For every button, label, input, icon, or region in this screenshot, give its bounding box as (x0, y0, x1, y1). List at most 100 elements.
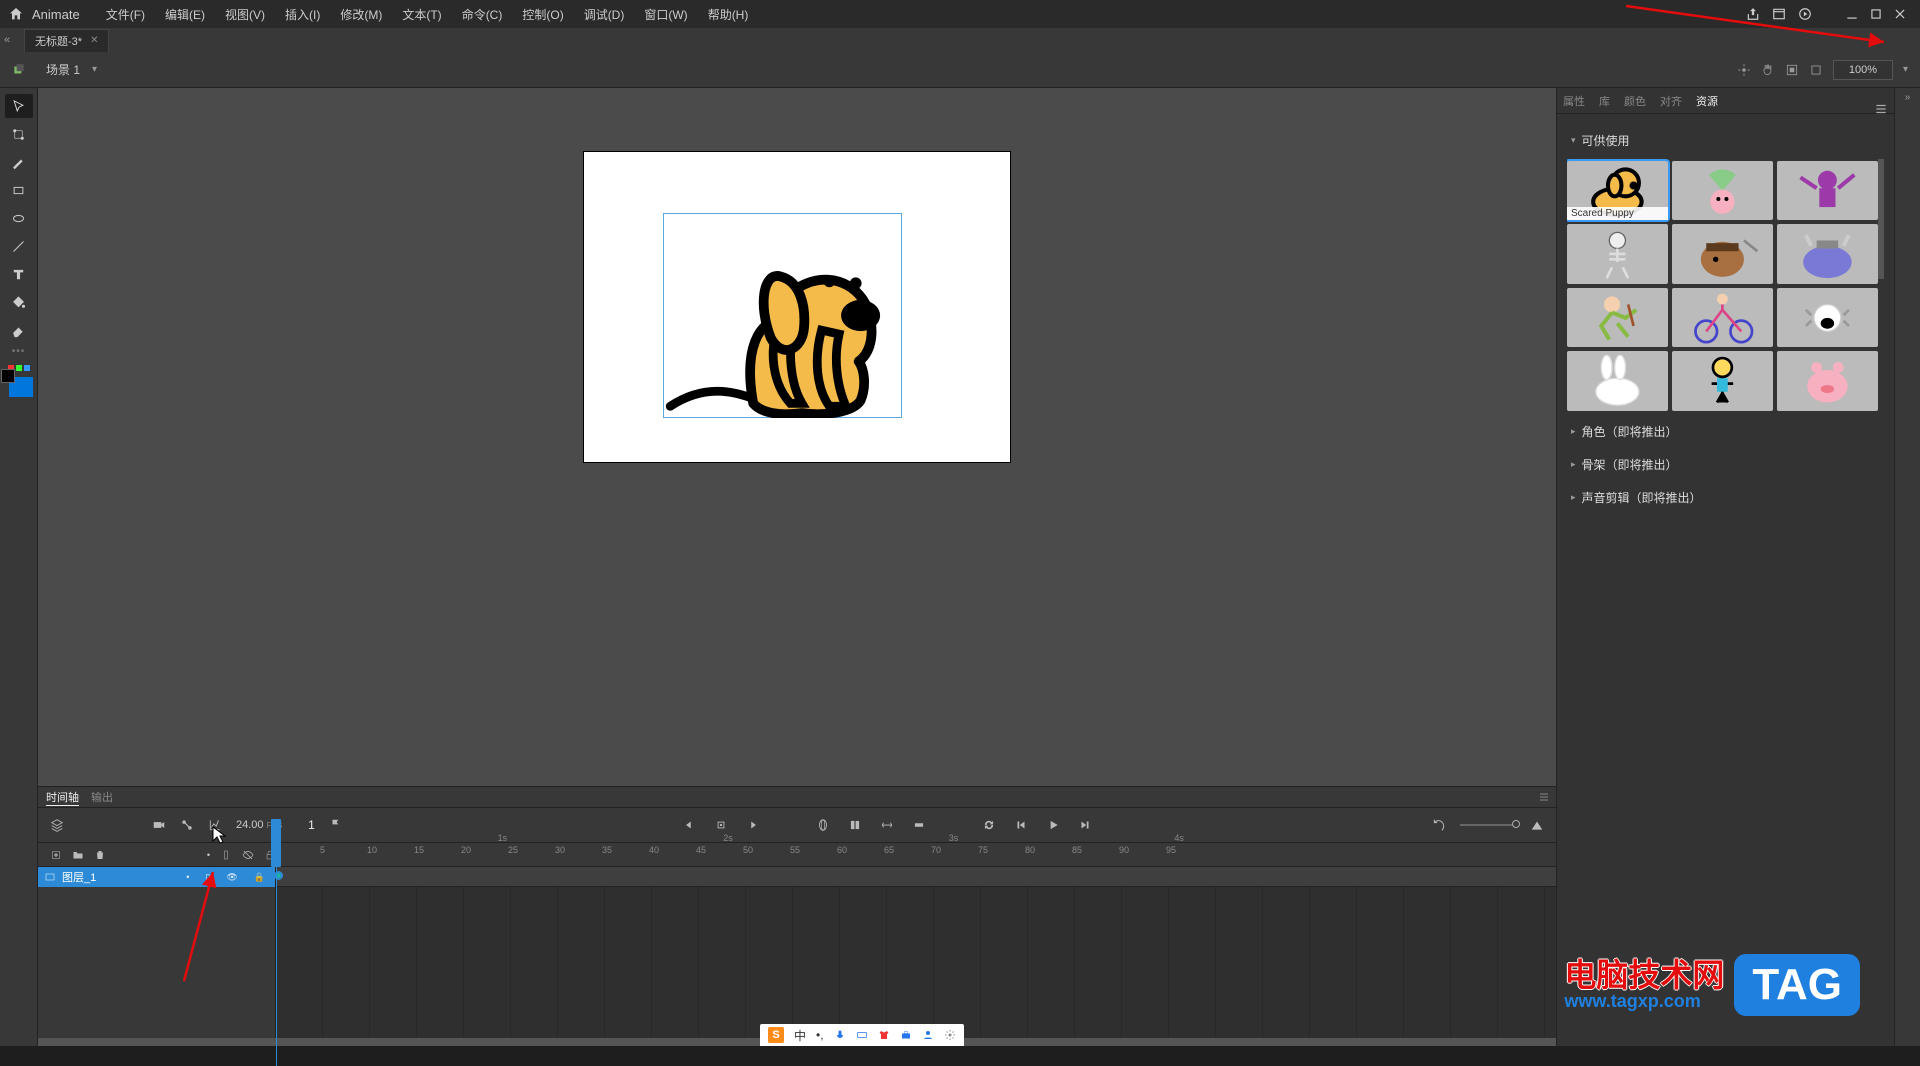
selection-tool[interactable] (5, 94, 33, 118)
asset-item-viking-hippo[interactable] (1777, 224, 1878, 283)
hand-tool-icon[interactable] (1761, 63, 1775, 77)
layer-frame-view[interactable]: ▯ (205, 872, 210, 883)
playhead[interactable] (271, 819, 281, 867)
tab-align[interactable]: 对齐 (1660, 93, 1682, 109)
timeline-frames-area[interactable] (276, 867, 1556, 1038)
ime-toolbox-icon[interactable] (900, 1029, 912, 1041)
tab-color[interactable]: 颜色 (1624, 93, 1646, 109)
asset-item-stick-kid[interactable] (1672, 351, 1773, 410)
layer-row[interactable]: 图层_1 • ▯ 👁 🔒 (38, 867, 275, 887)
visibility-header-icon[interactable] (242, 849, 254, 861)
stroke-fill-swatches[interactable] (7, 375, 31, 395)
menu-edit[interactable]: 编辑(E) (155, 6, 215, 23)
menu-help[interactable]: 帮助(H) (698, 6, 759, 23)
timeline-ruler[interactable]: 51015202530354045505560657075808590951s2… (276, 843, 1556, 866)
chevron-down-icon[interactable]: ▾ (92, 64, 97, 75)
document-tab[interactable]: 无标题-3* ✕ (24, 29, 109, 52)
current-frame[interactable]: 1 (308, 818, 315, 832)
ime-person-icon[interactable] (922, 1029, 934, 1041)
center-stage-icon[interactable] (1737, 63, 1751, 77)
play-round-icon[interactable] (1798, 7, 1812, 21)
insert-keyframe-icon[interactable] (714, 818, 728, 832)
chevron-down-icon[interactable]: ▾ (1903, 64, 1908, 75)
rectangle-tool[interactable] (5, 178, 33, 202)
section-available[interactable]: ▾ 可供使用 (1567, 124, 1884, 157)
marker-flag-icon[interactable] (329, 818, 343, 832)
window-close-button[interactable] (1888, 4, 1912, 24)
tabs-collapse-icon[interactable]: « (4, 34, 10, 46)
layout-icon[interactable] (1772, 7, 1786, 21)
section-audio[interactable]: ▸ 声音剪辑（即将推出） (1567, 481, 1884, 514)
asset-item-bunny[interactable] (1567, 351, 1668, 410)
menu-view[interactable]: 视图(V) (215, 6, 275, 23)
fps-value[interactable]: 24.00 (236, 819, 264, 831)
layer-visibility-icon[interactable]: 👁 (226, 872, 237, 883)
undo-zoom-icon[interactable] (1432, 818, 1446, 832)
eraser-tool[interactable] (5, 318, 33, 342)
window-minimize-button[interactable] (1840, 4, 1864, 24)
create-tween-icon[interactable] (912, 818, 926, 832)
section-rigs[interactable]: ▸ 骨架（即将推出） (1567, 448, 1884, 481)
ime-keyboard-icon[interactable] (856, 1029, 868, 1041)
asset-item-girl-bike[interactable] (1672, 288, 1773, 347)
paint-bucket-tool[interactable] (5, 290, 33, 314)
ime-punctuation-icon[interactable]: •, (816, 1028, 824, 1042)
asset-item-skeleton[interactable] (1567, 224, 1668, 283)
menu-debug[interactable]: 调试(D) (574, 6, 635, 23)
loop-icon[interactable] (982, 818, 996, 832)
step-forward-icon[interactable] (1078, 818, 1092, 832)
text-tool[interactable] (5, 262, 33, 286)
new-layer-icon[interactable] (50, 849, 62, 861)
edit-multiple-icon[interactable] (848, 818, 862, 832)
home-icon[interactable] (8, 6, 24, 22)
asset-item-pirate-potato[interactable] (1672, 224, 1773, 283)
scene-cards-icon[interactable] (12, 63, 26, 77)
toolbar-more-icon[interactable]: ••• (12, 346, 26, 357)
camera-icon[interactable] (152, 818, 166, 832)
zoom-slider[interactable] (1460, 824, 1516, 826)
line-tool[interactable] (5, 234, 33, 258)
frame-view-header-icon[interactable] (220, 849, 232, 861)
menu-window[interactable]: 窗口(W) (634, 6, 697, 23)
asset-item-scared-puppy[interactable]: Scared Puppy (1567, 161, 1668, 220)
trash-icon[interactable] (94, 849, 106, 861)
highlight-dot-header[interactable]: • (207, 850, 210, 860)
share-icon[interactable] (1746, 7, 1760, 21)
panel-expand-icon[interactable]: » (1905, 92, 1911, 103)
menu-text[interactable]: 文本(T) (392, 6, 451, 23)
panel-options-icon[interactable] (1538, 791, 1550, 803)
asset-item-ninja[interactable] (1777, 161, 1878, 220)
menu-insert[interactable]: 插入(I) (275, 6, 330, 23)
ime-shirt-icon[interactable] (878, 1029, 890, 1041)
asset-item-parachute-pig[interactable] (1672, 161, 1773, 220)
tab-timeline[interactable]: 时间轴 (46, 789, 79, 806)
section-roles[interactable]: ▸ 角色（即将推出） (1567, 415, 1884, 448)
window-maximize-button[interactable] (1864, 4, 1888, 24)
oval-tool[interactable] (5, 206, 33, 230)
graph-icon[interactable] (208, 818, 222, 832)
close-icon[interactable]: ✕ (90, 35, 98, 46)
zoom-input[interactable] (1833, 60, 1893, 80)
clip-content-icon[interactable] (1785, 63, 1799, 77)
asset-item-grandpa-run[interactable] (1567, 288, 1668, 347)
snap-icon[interactable] (1809, 63, 1823, 77)
tab-properties[interactable]: 属性 (1563, 93, 1585, 109)
frame-span-icon[interactable] (880, 818, 894, 832)
onion-skin-icon[interactable] (816, 818, 830, 832)
play-icon[interactable] (1046, 818, 1060, 832)
scene-name[interactable]: 场景 1 (46, 61, 80, 78)
tab-assets[interactable]: 资源 (1696, 93, 1718, 109)
next-kf-icon[interactable] (746, 818, 760, 832)
layer-lock-icon[interactable]: 🔒 (254, 872, 265, 883)
layer-name[interactable]: 图层_1 (62, 869, 96, 885)
stage[interactable] (584, 152, 1010, 462)
menu-file[interactable]: 文件(F) (96, 6, 155, 23)
layers-icon[interactable] (50, 818, 64, 832)
free-transform-tool[interactable] (5, 122, 33, 146)
layer-highlight-dot[interactable]: • (186, 872, 189, 883)
brush-tool[interactable] (5, 150, 33, 174)
ime-mic-icon[interactable] (834, 1029, 846, 1041)
layer-parent-icon[interactable] (180, 818, 194, 832)
ime-logo[interactable]: S (768, 1027, 784, 1043)
menu-commands[interactable]: 命令(C) (452, 6, 513, 23)
